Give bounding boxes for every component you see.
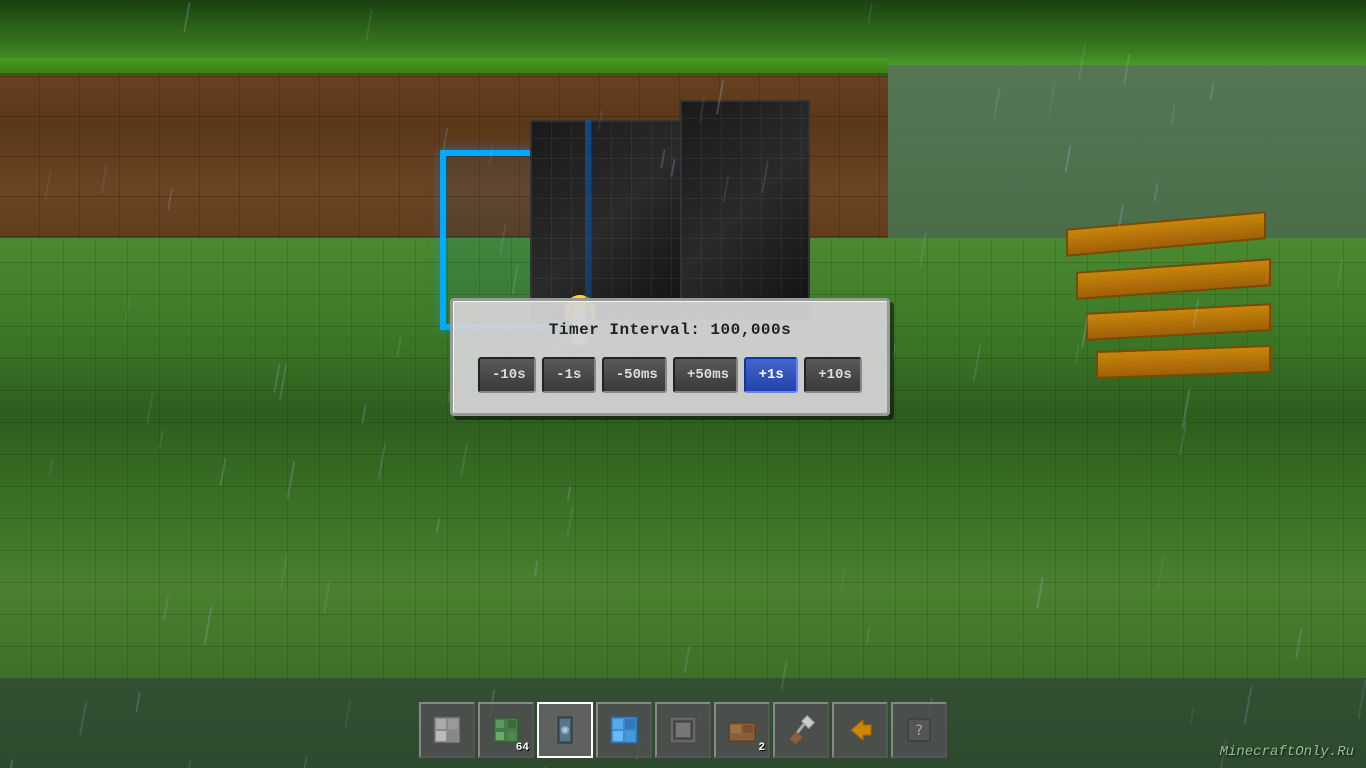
hotbar-item-8 xyxy=(842,712,878,748)
hotbar-slot-6[interactable]: 2 xyxy=(714,702,770,758)
hotbar-slot-5[interactable] xyxy=(655,702,711,758)
minus-50ms-button[interactable]: -50ms xyxy=(602,357,667,393)
hotbar-count-2: 64 xyxy=(516,742,529,754)
timer-gui-panel: Timer Interval: 100,000s -10s -1s -50ms … xyxy=(450,298,890,416)
machine-right-block xyxy=(680,100,810,320)
hotbar-slot-1[interactable] xyxy=(419,702,475,758)
hotbar-slot-4[interactable] xyxy=(596,702,652,758)
hotbar-slot-3[interactable] xyxy=(537,702,593,758)
rail-2 xyxy=(1076,258,1271,300)
minus-1s-button[interactable]: -1s xyxy=(542,357,596,393)
hotbar-item-1 xyxy=(429,712,465,748)
hotbar-slot-2[interactable]: 64 xyxy=(478,702,534,758)
hotbar-slot-8[interactable] xyxy=(832,702,888,758)
rails-area xyxy=(1066,200,1286,400)
hotbar-slot-9[interactable]: ? xyxy=(891,702,947,758)
timer-title: Timer Interval: 100,000s xyxy=(478,321,862,339)
hotbar-item-6 xyxy=(724,712,760,748)
minus-10s-button[interactable]: -10s xyxy=(478,357,536,393)
grass-top xyxy=(0,58,888,76)
svg-text:?: ? xyxy=(915,723,923,739)
plus-10s-button[interactable]: +10s xyxy=(804,357,862,393)
hotbar-count-6: 2 xyxy=(758,742,765,754)
rail-1 xyxy=(1066,211,1266,256)
plus-50ms-button[interactable]: +50ms xyxy=(673,357,738,393)
timer-buttons-row: -10s -1s -50ms +50ms +1s +10s xyxy=(478,357,862,393)
hotbar-item-3 xyxy=(547,712,583,748)
hotbar-item-5 xyxy=(665,712,701,748)
watermark: MinecraftOnly.Ru xyxy=(1220,744,1354,760)
hotbar-item-9: ? xyxy=(901,712,937,748)
rail-3 xyxy=(1086,303,1271,341)
hotbar-item-7 xyxy=(783,712,819,748)
hotbar-slot-7[interactable] xyxy=(773,702,829,758)
tree-line xyxy=(0,0,1366,65)
hotbar-item-4 xyxy=(606,712,642,748)
plus-1s-button[interactable]: +1s xyxy=(744,357,798,393)
rail-4 xyxy=(1096,345,1271,379)
game-canvas: Timer Interval: 100,000s -10s -1s -50ms … xyxy=(0,0,1366,768)
hotbar: 64 xyxy=(419,702,947,758)
